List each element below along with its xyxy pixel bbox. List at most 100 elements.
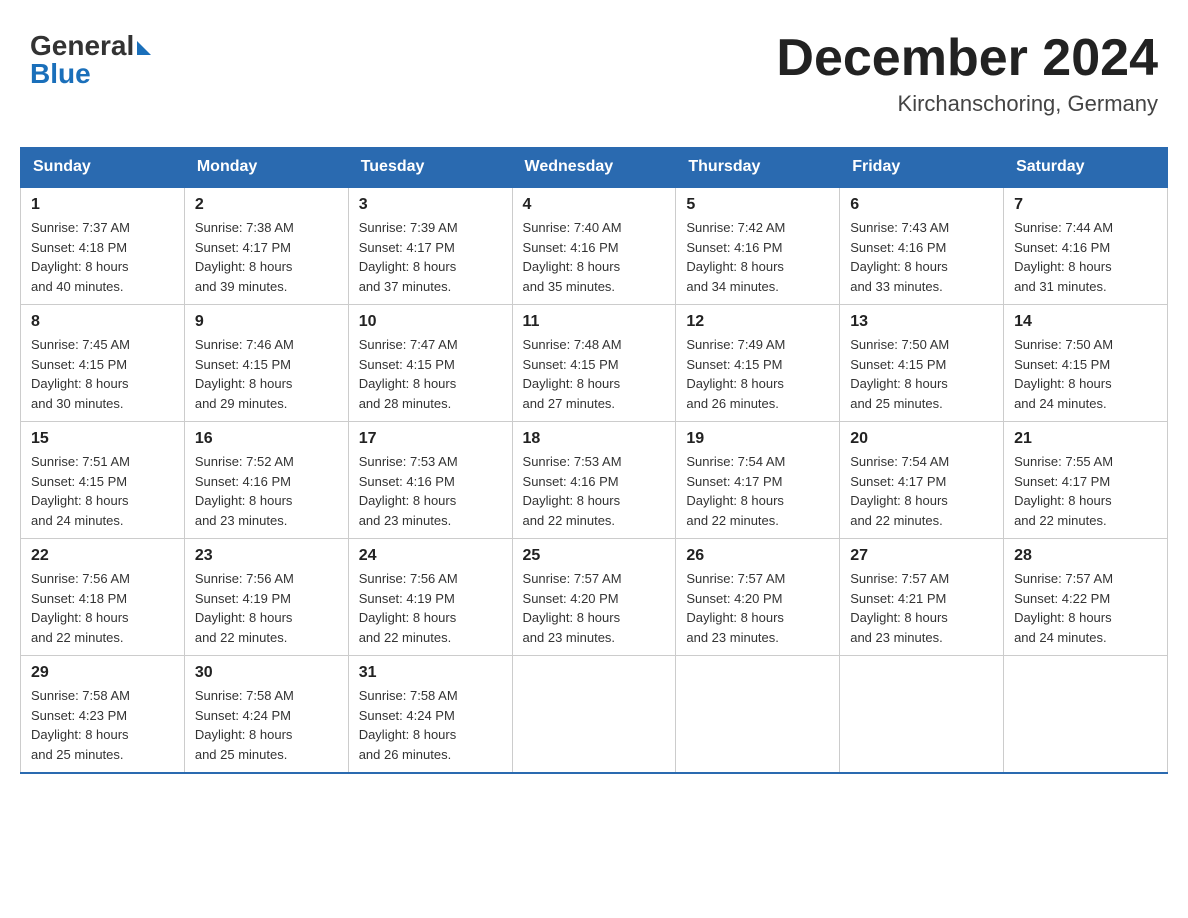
day-number: 10 [359,313,502,331]
day-info: Sunrise: 7:58 AMSunset: 4:24 PMDaylight:… [195,686,338,764]
calendar-cell [1004,656,1168,774]
day-number: 23 [195,547,338,565]
calendar-cell: 24 Sunrise: 7:56 AMSunset: 4:19 PMDayligh… [348,539,512,656]
day-info: Sunrise: 7:44 AMSunset: 4:16 PMDaylight:… [1014,218,1157,296]
day-info: Sunrise: 7:39 AMSunset: 4:17 PMDaylight:… [359,218,502,296]
column-header-sunday: Sunday [21,148,185,188]
calendar-table: SundayMondayTuesdayWednesdayThursdayFrid… [20,147,1168,774]
calendar-cell: 15 Sunrise: 7:51 AMSunset: 4:15 PMDayligh… [21,422,185,539]
day-number: 7 [1014,196,1157,214]
calendar-cell: 7 Sunrise: 7:44 AMSunset: 4:16 PMDaylight… [1004,187,1168,305]
calendar-header-row: SundayMondayTuesdayWednesdayThursdayFrid… [21,148,1168,188]
calendar-cell: 1 Sunrise: 7:37 AMSunset: 4:18 PMDaylight… [21,187,185,305]
day-info: Sunrise: 7:43 AMSunset: 4:16 PMDaylight:… [850,218,993,296]
day-number: 14 [1014,313,1157,331]
day-number: 27 [850,547,993,565]
day-number: 20 [850,430,993,448]
day-number: 24 [359,547,502,565]
column-header-thursday: Thursday [676,148,840,188]
day-info: Sunrise: 7:58 AMSunset: 4:24 PMDaylight:… [359,686,502,764]
day-info: Sunrise: 7:46 AMSunset: 4:15 PMDaylight:… [195,335,338,413]
calendar-cell: 31 Sunrise: 7:58 AMSunset: 4:24 PMDayligh… [348,656,512,774]
calendar-cell: 27Sunrise: 7:57 AMSunset: 4:21 PMDayligh… [840,539,1004,656]
day-number: 30 [195,664,338,682]
calendar-cell: 20Sunrise: 7:54 AMSunset: 4:17 PMDayligh… [840,422,1004,539]
day-number: 25 [523,547,666,565]
calendar-cell: 9 Sunrise: 7:46 AMSunset: 4:15 PMDaylight… [184,305,348,422]
calendar-cell: 5 Sunrise: 7:42 AMSunset: 4:16 PMDaylight… [676,187,840,305]
day-info: Sunrise: 7:50 AMSunset: 4:15 PMDaylight:… [850,335,993,413]
calendar-cell: 28 Sunrise: 7:57 AMSunset: 4:22 PMDayligh… [1004,539,1168,656]
day-info: Sunrise: 7:54 AMSunset: 4:17 PMDaylight:… [686,452,829,530]
calendar-cell [676,656,840,774]
day-number: 17 [359,430,502,448]
day-number: 31 [359,664,502,682]
day-info: Sunrise: 7:49 AMSunset: 4:15 PMDaylight:… [686,335,829,413]
calendar-cell: 3 Sunrise: 7:39 AMSunset: 4:17 PMDaylight… [348,187,512,305]
day-number: 16 [195,430,338,448]
calendar-cell: 29Sunrise: 7:58 AMSunset: 4:23 PMDayligh… [21,656,185,774]
day-info: Sunrise: 7:38 AMSunset: 4:17 PMDaylight:… [195,218,338,296]
day-number: 2 [195,196,338,214]
day-info: Sunrise: 7:42 AMSunset: 4:16 PMDaylight:… [686,218,829,296]
day-info: Sunrise: 7:51 AMSunset: 4:15 PMDaylight:… [31,452,174,530]
day-number: 6 [850,196,993,214]
calendar-cell: 13 Sunrise: 7:50 AMSunset: 4:15 PMDayligh… [840,305,1004,422]
day-info: Sunrise: 7:52 AMSunset: 4:16 PMDaylight:… [195,452,338,530]
month-title: December 2024 [776,30,1158,87]
column-header-monday: Monday [184,148,348,188]
calendar-week-row: 1 Sunrise: 7:37 AMSunset: 4:18 PMDaylight… [21,187,1168,305]
day-number: 12 [686,313,829,331]
calendar-cell: 6 Sunrise: 7:43 AMSunset: 4:16 PMDaylight… [840,187,1004,305]
calendar-cell: 23 Sunrise: 7:56 AMSunset: 4:19 PMDayligh… [184,539,348,656]
day-info: Sunrise: 7:56 AMSunset: 4:18 PMDaylight:… [31,569,174,647]
calendar-cell: 2 Sunrise: 7:38 AMSunset: 4:17 PMDaylight… [184,187,348,305]
day-number: 5 [686,196,829,214]
calendar-cell: 12 Sunrise: 7:49 AMSunset: 4:15 PMDayligh… [676,305,840,422]
column-header-saturday: Saturday [1004,148,1168,188]
day-number: 11 [523,313,666,331]
day-info: Sunrise: 7:47 AMSunset: 4:15 PMDaylight:… [359,335,502,413]
logo-blue-text: Blue [30,58,91,90]
calendar-cell: 10 Sunrise: 7:47 AMSunset: 4:15 PMDayligh… [348,305,512,422]
logo: General Blue [30,30,151,90]
day-number: 18 [523,430,666,448]
day-info: Sunrise: 7:57 AMSunset: 4:22 PMDaylight:… [1014,569,1157,647]
day-info: Sunrise: 7:53 AMSunset: 4:16 PMDaylight:… [523,452,666,530]
column-header-wednesday: Wednesday [512,148,676,188]
day-info: Sunrise: 7:50 AMSunset: 4:15 PMDaylight:… [1014,335,1157,413]
day-number: 19 [686,430,829,448]
calendar-cell: 8Sunrise: 7:45 AMSunset: 4:15 PMDaylight… [21,305,185,422]
calendar-cell: 17 Sunrise: 7:53 AMSunset: 4:16 PMDayligh… [348,422,512,539]
day-info: Sunrise: 7:55 AMSunset: 4:17 PMDaylight:… [1014,452,1157,530]
calendar-week-row: 22Sunrise: 7:56 AMSunset: 4:18 PMDayligh… [21,539,1168,656]
calendar-cell: 18 Sunrise: 7:53 AMSunset: 4:16 PMDayligh… [512,422,676,539]
calendar-cell: 30 Sunrise: 7:58 AMSunset: 4:24 PMDayligh… [184,656,348,774]
calendar-cell: 19 Sunrise: 7:54 AMSunset: 4:17 PMDayligh… [676,422,840,539]
column-header-friday: Friday [840,148,1004,188]
day-number: 15 [31,430,174,448]
column-header-tuesday: Tuesday [348,148,512,188]
page-header: General Blue December 2024 Kirchanschori… [20,20,1168,127]
day-number: 28 [1014,547,1157,565]
day-number: 1 [31,196,174,214]
day-number: 26 [686,547,829,565]
calendar-week-row: 29Sunrise: 7:58 AMSunset: 4:23 PMDayligh… [21,656,1168,774]
day-number: 13 [850,313,993,331]
calendar-cell: 22Sunrise: 7:56 AMSunset: 4:18 PMDayligh… [21,539,185,656]
day-info: Sunrise: 7:37 AMSunset: 4:18 PMDaylight:… [31,218,174,296]
day-info: Sunrise: 7:53 AMSunset: 4:16 PMDaylight:… [359,452,502,530]
day-info: Sunrise: 7:56 AMSunset: 4:19 PMDaylight:… [195,569,338,647]
day-info: Sunrise: 7:48 AMSunset: 4:15 PMDaylight:… [523,335,666,413]
calendar-cell: 26Sunrise: 7:57 AMSunset: 4:20 PMDayligh… [676,539,840,656]
calendar-week-row: 15 Sunrise: 7:51 AMSunset: 4:15 PMDayligh… [21,422,1168,539]
calendar-cell [512,656,676,774]
calendar-cell: 16 Sunrise: 7:52 AMSunset: 4:16 PMDayligh… [184,422,348,539]
day-number: 3 [359,196,502,214]
day-info: Sunrise: 7:56 AMSunset: 4:19 PMDaylight:… [359,569,502,647]
day-number: 9 [195,313,338,331]
day-number: 21 [1014,430,1157,448]
calendar-week-row: 8Sunrise: 7:45 AMSunset: 4:15 PMDaylight… [21,305,1168,422]
calendar-cell [840,656,1004,774]
day-number: 8 [31,313,174,331]
